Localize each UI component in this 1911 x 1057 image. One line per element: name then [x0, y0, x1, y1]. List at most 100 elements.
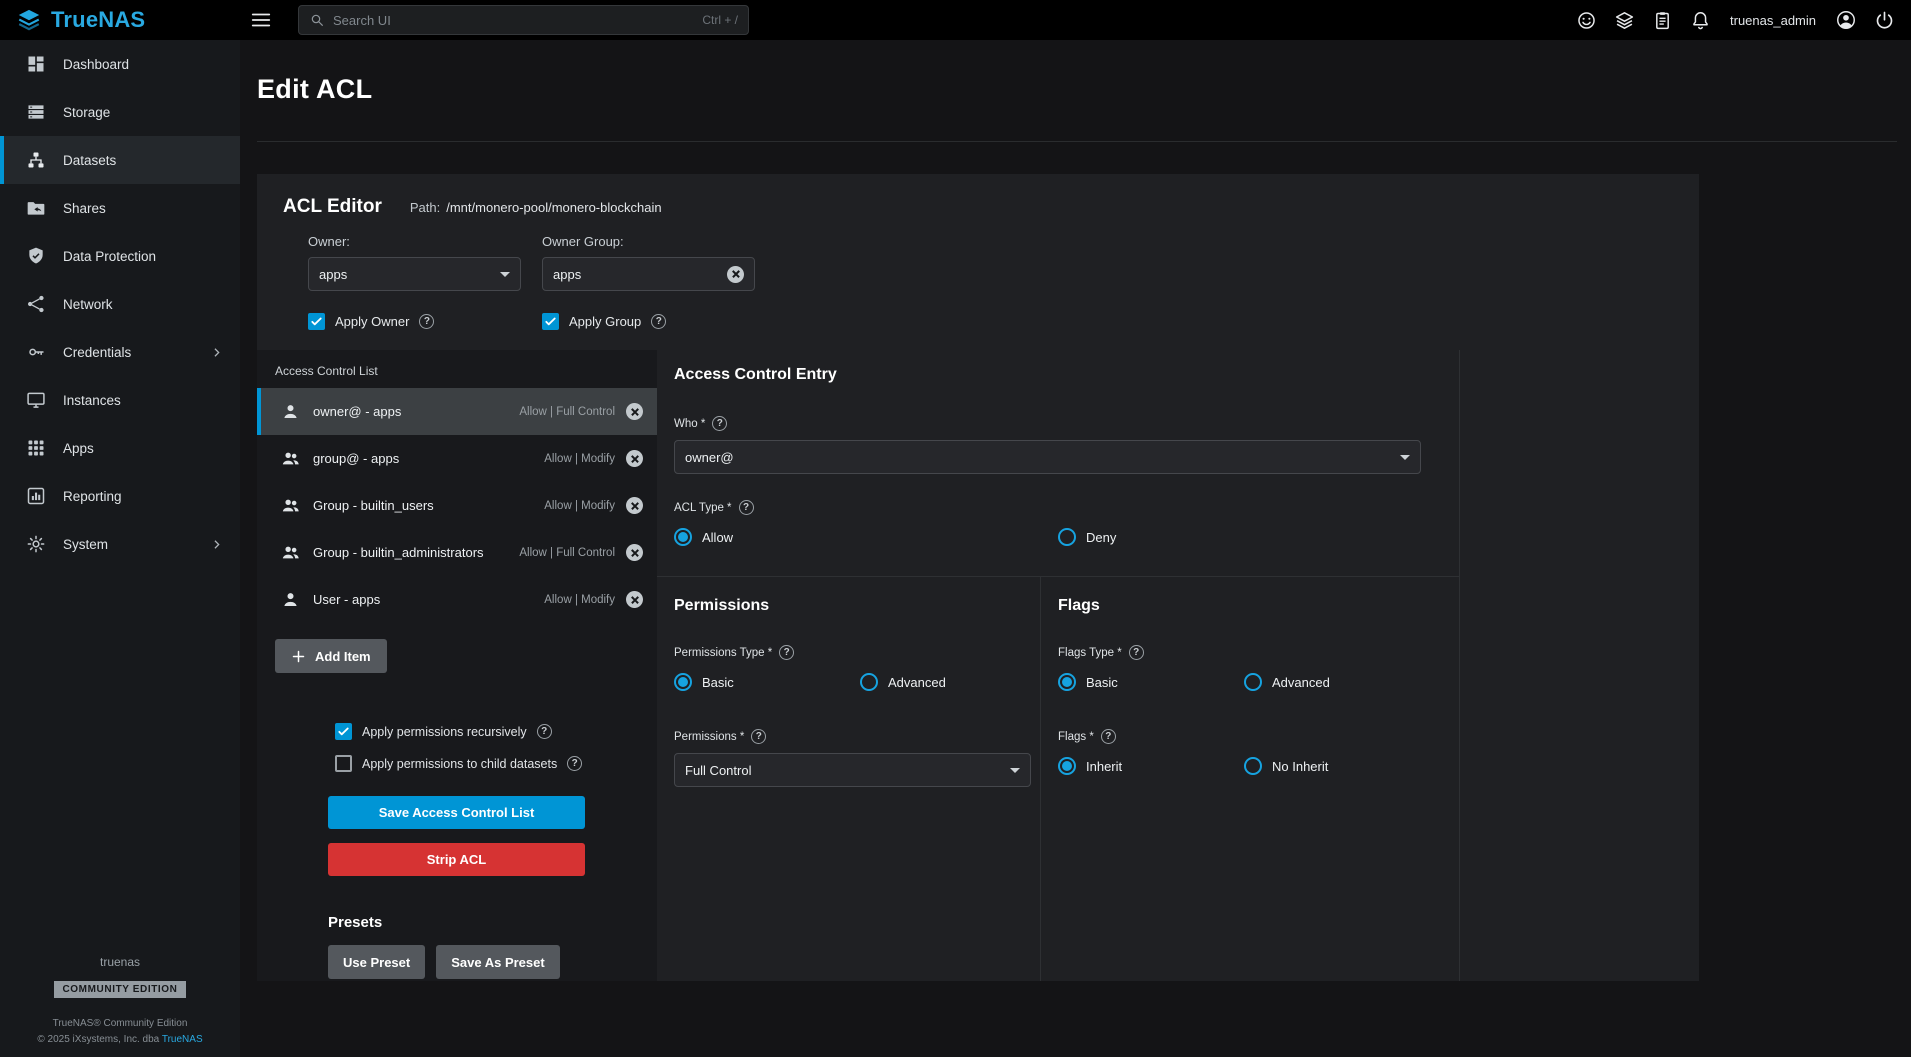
help-icon[interactable] [779, 645, 794, 660]
strip-acl-button[interactable]: Strip ACL [328, 843, 585, 876]
chevron-down-icon [1010, 768, 1020, 773]
search-box[interactable]: Ctrl + / [298, 5, 749, 35]
logo[interactable]: TrueNAS [0, 7, 240, 33]
sidebar-item-apps[interactable]: Apps [0, 424, 240, 472]
sidebar-item-shares[interactable]: Shares [0, 184, 240, 232]
acl-entry-row[interactable]: owner@ - apps Allow | Full Control [257, 388, 657, 435]
sidebar-item-credentials[interactable]: Credentials [0, 328, 240, 376]
save-as-preset-button[interactable]: Save As Preset [436, 945, 559, 979]
sidebar: Dashboard Storage Datasets Shares Data P… [0, 40, 240, 1057]
acl-entry-name: owner@ - apps [313, 404, 401, 419]
help-icon[interactable] [712, 416, 727, 431]
apply-owner-checkbox[interactable] [308, 313, 325, 330]
sidebar-item-datasets[interactable]: Datasets [0, 136, 240, 184]
account-button[interactable] [1835, 9, 1857, 31]
sidebar-item-dashboard[interactable]: Dashboard [0, 40, 240, 88]
radio-permissions-advanced[interactable]: Advanced [860, 673, 946, 691]
radio-unselected-icon [1058, 528, 1076, 546]
remove-entry-icon[interactable] [626, 450, 643, 467]
copyright-link[interactable]: TrueNAS [162, 1034, 203, 1045]
sidebar-item-reporting[interactable]: Reporting [0, 472, 240, 520]
radio-flags-basic[interactable]: Basic [1058, 673, 1244, 691]
main-content: Edit ACL ACL Editor Path: /mnt/monero-po… [240, 40, 1911, 1057]
acl-entry-row[interactable]: group@ - apps Allow | Modify [257, 435, 657, 482]
hostname: truenas [0, 955, 240, 969]
sidebar-footer: truenas COMMUNITY EDITION TrueNAS® Commu… [0, 955, 240, 1047]
radio-allow[interactable]: Allow [674, 528, 1058, 546]
search-input[interactable] [333, 13, 702, 28]
power-button[interactable] [1874, 10, 1895, 31]
help-icon[interactable] [567, 756, 582, 771]
who-select[interactable]: owner@ [674, 440, 1421, 474]
save-acl-button[interactable]: Save Access Control List [328, 796, 585, 829]
help-icon[interactable] [739, 500, 754, 515]
apply-group-checkbox[interactable] [542, 313, 559, 330]
flags-heading: Flags [1058, 597, 1459, 615]
radio-inherit[interactable]: Inherit [1058, 757, 1244, 775]
user-icon [281, 590, 300, 609]
owner-group-input[interactable]: apps [542, 257, 755, 291]
child-datasets-checkbox[interactable] [335, 755, 352, 772]
acl-entry-meta: Allow | Modify [544, 594, 615, 606]
radio-selected-icon [674, 528, 692, 546]
sidebar-item-network[interactable]: Network [0, 280, 240, 328]
remove-entry-icon[interactable] [626, 544, 643, 561]
permissions-select[interactable]: Full Control [674, 753, 1031, 787]
edition-badge[interactable]: COMMUNITY EDITION [54, 981, 185, 998]
sidebar-item-label: Network [63, 297, 113, 312]
help-icon[interactable] [537, 724, 552, 739]
sidebar-item-label: Storage [63, 105, 110, 120]
recursive-checkbox[interactable] [335, 723, 352, 740]
plus-icon [291, 649, 306, 664]
tasks-button[interactable] [1652, 10, 1673, 31]
acl-entry-row[interactable]: User - apps Allow | Modify [257, 576, 657, 623]
permissions-type-label: Permissions Type * [674, 647, 772, 659]
logged-in-username: truenas_admin [1730, 13, 1816, 28]
path-label: Path: [410, 200, 440, 215]
copyright-text: © 2025 iXsystems, Inc. dba [37, 1034, 159, 1045]
group-icon [281, 543, 300, 562]
help-icon[interactable] [419, 314, 434, 329]
help-icon[interactable] [1129, 645, 1144, 660]
clear-icon[interactable] [727, 266, 744, 283]
menu-toggle-button[interactable] [250, 9, 272, 31]
sidebar-item-system[interactable]: System [0, 520, 240, 568]
notifications-button[interactable] [1690, 10, 1711, 31]
hamburger-icon [250, 9, 272, 31]
add-item-button[interactable]: Add Item [275, 639, 387, 673]
recursive-label: Apply permissions recursively [362, 725, 527, 739]
feedback-button[interactable] [1576, 10, 1597, 31]
radio-deny[interactable]: Deny [1058, 528, 1116, 546]
flags-column: Flags Flags Type * Basic [1040, 577, 1459, 981]
remove-entry-icon[interactable] [626, 591, 643, 608]
radio-flags-advanced[interactable]: Advanced [1244, 673, 1330, 691]
help-icon[interactable] [751, 729, 766, 744]
acl-entry-meta: Allow | Modify [544, 453, 615, 465]
sidebar-item-label: Instances [63, 393, 121, 408]
chevron-right-icon [209, 345, 224, 360]
apply-group-label: Apply Group [569, 314, 641, 329]
radio-no-inherit[interactable]: No Inherit [1244, 757, 1328, 775]
permissions-label: Permissions * [674, 731, 744, 743]
acl-entry-meta: Allow | Full Control [519, 406, 615, 418]
owner-select[interactable]: apps [308, 257, 521, 291]
sidebar-item-instances[interactable]: Instances [0, 376, 240, 424]
remove-entry-icon[interactable] [626, 403, 643, 420]
help-icon[interactable] [651, 314, 666, 329]
help-icon[interactable] [1101, 729, 1116, 744]
sidebar-item-storage[interactable]: Storage [0, 88, 240, 136]
remove-entry-icon[interactable] [626, 497, 643, 514]
acl-entry-row[interactable]: Group - builtin_users Allow | Modify [257, 482, 657, 529]
sidebar-item-data-protection[interactable]: Data Protection [0, 232, 240, 280]
acl-entry-row[interactable]: Group - builtin_administrators Allow | F… [257, 529, 657, 576]
search-shortcut: Ctrl + / [702, 13, 738, 27]
top-bar: TrueNAS Ctrl + / [0, 0, 1911, 40]
power-icon [1874, 10, 1895, 31]
page-title: Edit ACL [257, 74, 1911, 105]
radio-permissions-basic[interactable]: Basic [674, 673, 860, 691]
acl-entry-meta: Allow | Modify [544, 500, 615, 512]
ace-title: Access Control Entry [674, 366, 1459, 384]
use-preset-button[interactable]: Use Preset [328, 945, 425, 979]
child-datasets-label: Apply permissions to child datasets [362, 757, 557, 771]
jobs-button[interactable] [1614, 10, 1635, 31]
